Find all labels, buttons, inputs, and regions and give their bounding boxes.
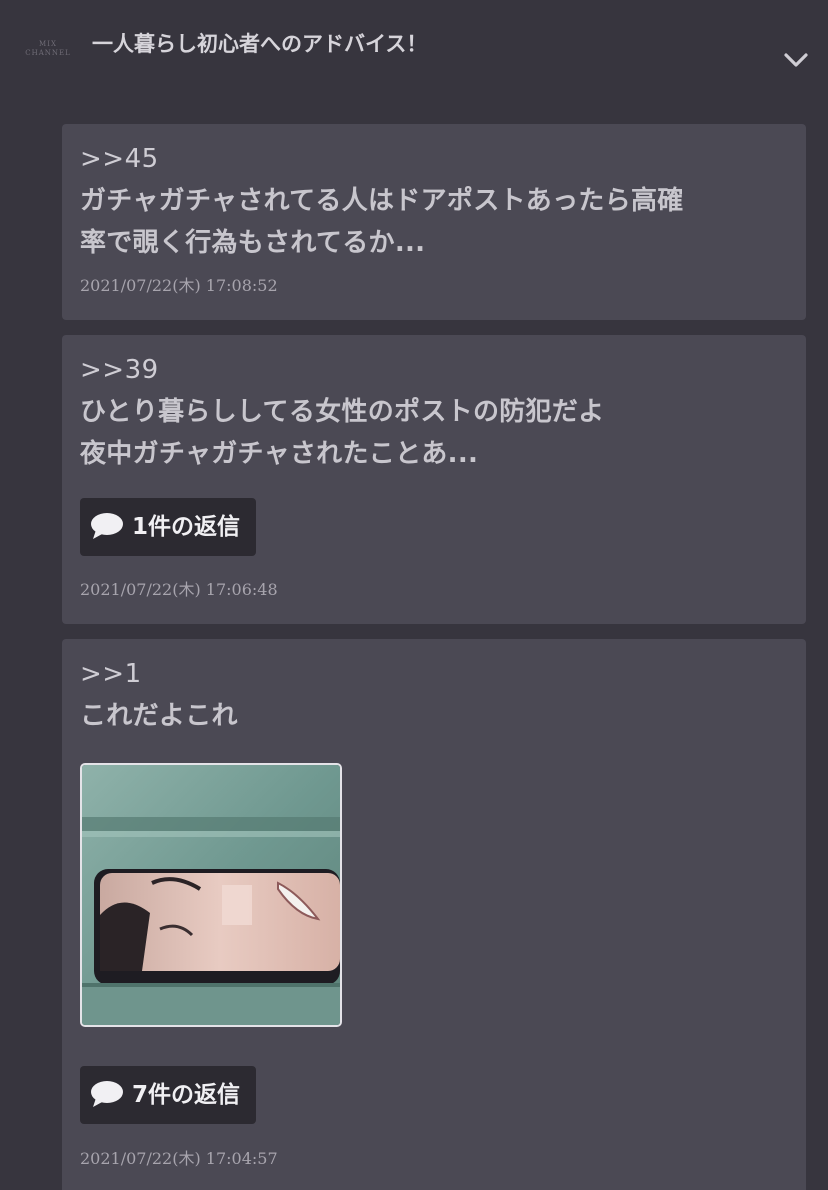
comment-timestamp: 2021/07/22(木) 17:04:57 (80, 1149, 278, 1168)
comment-body: >>39 ひとり暮らししてる女性のポストの防犯だよ 夜中ガチャガチャされたことあ… (80, 349, 780, 475)
reply-anchor[interactable]: >>1 (80, 653, 780, 695)
comment-text-line: ひとり暮らししてる女性のポストの防犯だよ (80, 397, 605, 427)
comment-card[interactable]: >>39 ひとり暮らししてる女性のポストの防犯だよ 夜中ガチャガチャされたことあ… (62, 335, 806, 624)
comment-body: >>45 ガチャガチャされてる人はドアポストあったら高確 率で覗く行為もされてる… (80, 138, 780, 264)
site-logo[interactable]: MIX CHANNEL (22, 40, 74, 76)
comment-image[interactable] (80, 763, 342, 1027)
speech-bubble-icon (91, 1080, 123, 1107)
mail-slot-photo (82, 765, 340, 1025)
comment-card[interactable]: >>1 これだよこれ 7件の返信 2021/07/22(木) 17:04:57 (62, 639, 806, 1190)
reply-anchor[interactable]: >>39 (80, 349, 780, 391)
comment-text-line: ガチャガチャされてる人はドアポストあったら高確 (80, 186, 684, 216)
replies-button[interactable]: 1件の返信 (80, 498, 257, 556)
comment-timestamp: 2021/07/22(木) 17:06:48 (80, 580, 278, 599)
replies-label: 7件の返信 (132, 1082, 241, 1108)
comment-text-line: 夜中ガチャガチャされたことあ... (80, 439, 479, 469)
logo-text-bottom: CHANNEL (25, 49, 71, 57)
chevron-down-icon[interactable] (782, 46, 810, 74)
speech-bubble-icon (91, 512, 123, 539)
comment-text-line: 率で覗く行為もされてるか... (80, 228, 426, 258)
comment-text-line: これだよこれ (80, 701, 238, 731)
replies-button[interactable]: 7件の返信 (80, 1066, 257, 1124)
thread-header: MIX CHANNEL 一人暮らし初心者へのアドバイス！ (0, 0, 828, 100)
comment-timestamp: 2021/07/22(木) 17:08:52 (80, 276, 278, 295)
thread-page: MIX CHANNEL 一人暮らし初心者へのアドバイス！ >>45 ガチャガチャ… (0, 0, 828, 1190)
thread-title[interactable]: 一人暮らし初心者へのアドバイス！ (92, 30, 752, 58)
logo-text-top: MIX (39, 40, 57, 48)
replies-label: 1件の返信 (132, 514, 241, 540)
comment-card[interactable]: >>45 ガチャガチャされてる人はドアポストあったら高確 率で覗く行為もされてる… (62, 124, 806, 320)
reply-anchor[interactable]: >>45 (80, 138, 780, 180)
comment-body: >>1 これだよこれ (80, 653, 780, 737)
